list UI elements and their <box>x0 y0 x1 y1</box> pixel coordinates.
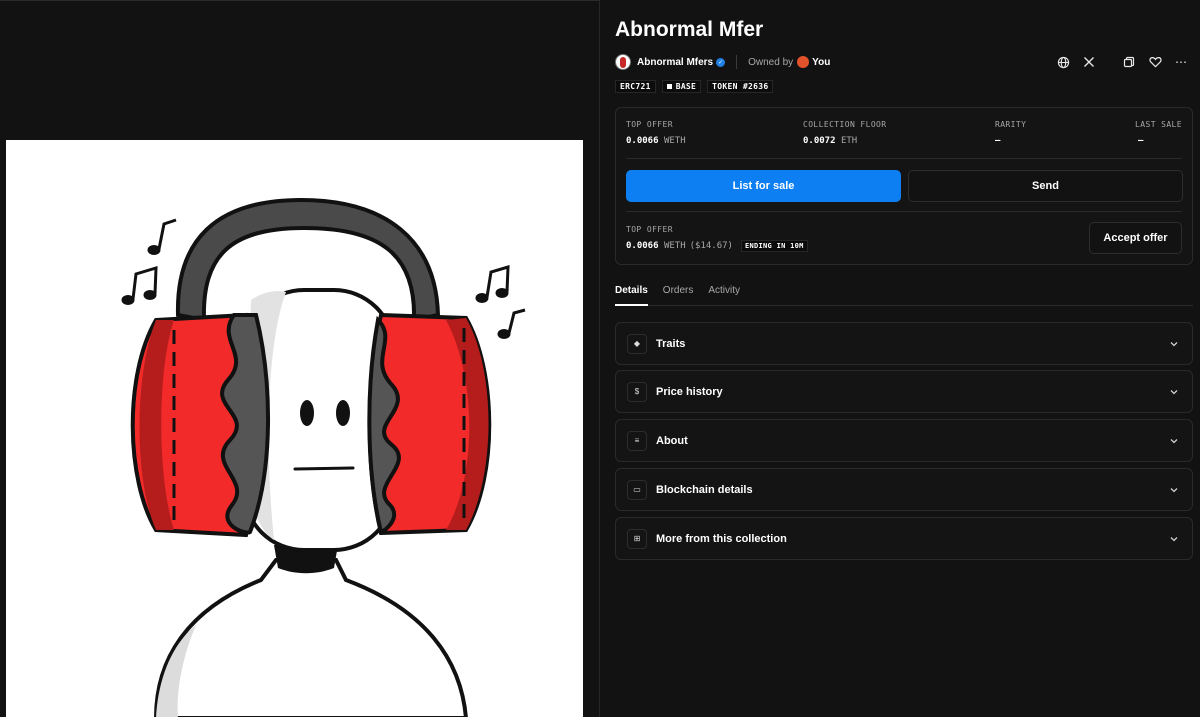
top-offer-value: 0.0066 WETH <box>626 136 686 146</box>
offer-usd: ($14.67) <box>689 241 733 251</box>
tag-chain-label: BASE <box>675 82 697 91</box>
meta-divider <box>736 55 738 69</box>
blockchain-icon: ▭ <box>627 479 647 500</box>
tag-chain: BASE <box>661 80 702 93</box>
detail-tabs: Details Orders Activity <box>615 279 1193 306</box>
section-traits-label: Traits <box>656 337 686 350</box>
last-sale-value: – <box>1138 136 1144 146</box>
grid-icon: ⊞ <box>627 528 647 549</box>
collection-owner-row: Abnormal Mfers ✓ Owned by You <box>615 53 830 71</box>
tab-orders[interactable]: Orders <box>663 279 694 305</box>
section-about-label: About <box>656 434 688 447</box>
chevron-down-icon <box>1170 390 1178 395</box>
tab-details[interactable]: Details <box>615 279 648 306</box>
chevron-down-icon <box>1170 342 1178 347</box>
verified-badge-icon: ✓ <box>716 57 726 67</box>
token-tags: ERC721 BASE TOKEN #2636 <box>615 80 779 93</box>
owner-link[interactable]: You <box>812 57 830 68</box>
rarity-label: RARITY <box>995 120 1027 129</box>
owner-avatar <box>797 56 810 68</box>
floor-label: COLLECTION FLOOR <box>803 120 887 129</box>
x-twitter-icon[interactable] <box>1080 53 1098 71</box>
rarity-value: – <box>995 136 1001 146</box>
floor-unit: ETH <box>840 136 858 146</box>
stats-card: TOP OFFER 0.0066 WETH COLLECTION FLOOR 0… <box>615 107 1193 265</box>
list-for-sale-button[interactable]: List for sale <box>626 170 901 202</box>
tag-token-id: TOKEN #2636 <box>707 80 774 93</box>
accept-offer-button[interactable]: Accept offer <box>1089 222 1182 254</box>
top-offer-amount: 0.0066 <box>626 136 659 146</box>
floor-value: 0.0072 ETH <box>803 136 857 146</box>
header-actions: ⋯ <box>1054 53 1190 71</box>
globe-icon[interactable] <box>1054 53 1072 71</box>
more-options-icon[interactable]: ⋯ <box>1172 53 1190 71</box>
top-offer-label: TOP OFFER <box>626 120 673 129</box>
collection-name-link[interactable]: Abnormal Mfers <box>637 57 713 68</box>
chevron-down-icon <box>1170 537 1178 542</box>
card-divider <box>626 158 1182 159</box>
trait-icon: ◆ <box>627 333 647 354</box>
detail-panel: Abnormal Mfer Abnormal Mfers ✓ Owned by … <box>600 0 1200 717</box>
card-divider <box>626 211 1182 212</box>
copy-icon[interactable] <box>1120 53 1138 71</box>
section-blockchain-label: Blockchain details <box>656 483 753 496</box>
section-about[interactable]: ≡ About <box>615 419 1193 462</box>
section-more-label: More from this collection <box>656 532 787 545</box>
offer-value-row: 0.0066 WETH ($14.67) ENDING IN 10M <box>626 240 808 252</box>
nft-artwork <box>121 197 526 717</box>
offer-amount: 0.0066 <box>626 241 659 251</box>
send-button[interactable]: Send <box>908 170 1183 202</box>
heart-icon[interactable] <box>1146 53 1164 71</box>
offer-expiry-badge: ENDING IN 10M <box>740 240 808 252</box>
nft-image[interactable] <box>6 140 583 717</box>
tag-standard: ERC721 <box>615 80 656 93</box>
media-panel <box>0 0 600 717</box>
chevron-down-icon <box>1170 439 1178 444</box>
chevron-down-icon <box>1170 488 1178 493</box>
section-more-from-collection[interactable]: ⊞ More from this collection <box>615 517 1193 560</box>
nft-title: Abnormal Mfer <box>615 18 764 41</box>
chain-square-icon <box>666 84 672 89</box>
top-offer-unit: WETH <box>663 136 686 146</box>
section-price-history[interactable]: $ Price history <box>615 370 1193 413</box>
offer-label: TOP OFFER <box>626 225 673 234</box>
section-price-history-label: Price history <box>656 385 723 398</box>
section-traits[interactable]: ◆ Traits <box>615 322 1193 365</box>
text-icon: ≡ <box>627 430 647 451</box>
dollar-icon: $ <box>627 381 647 402</box>
floor-amount: 0.0072 <box>803 136 836 146</box>
tab-activity[interactable]: Activity <box>708 279 740 305</box>
offer-unit: WETH <box>663 241 686 251</box>
owned-by-label: Owned by <box>748 56 794 68</box>
section-blockchain-details[interactable]: ▭ Blockchain details <box>615 468 1193 511</box>
collection-avatar[interactable] <box>615 54 631 70</box>
last-sale-label: LAST SALE <box>1135 120 1182 129</box>
